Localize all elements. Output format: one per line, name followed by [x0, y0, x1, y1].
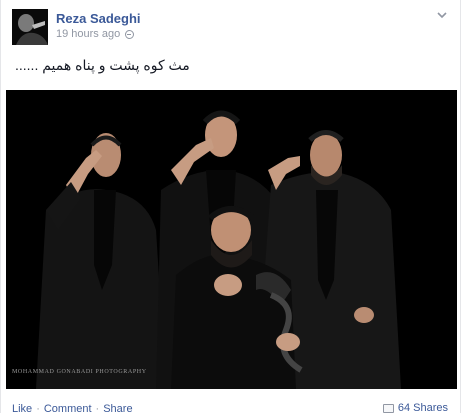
post-photo[interactable] [6, 90, 457, 389]
facebook-post: Reza Sadeghi 19 hours ago مث کوه پشت و پ… [0, 0, 461, 415]
post-timestamp[interactable]: 19 hours ago [56, 28, 120, 40]
separator: · [36, 403, 40, 415]
photo-watermark: Mohammad Gonabadi Photography [12, 369, 147, 375]
shares-count[interactable]: 64 Shares [382, 402, 448, 414]
share-link[interactable]: Share [103, 403, 132, 415]
shares-count-label[interactable]: 64 Shares [398, 402, 448, 414]
post-actions: Like · Comment · Share [12, 403, 133, 415]
like-link[interactable]: Like [12, 403, 32, 415]
globe-icon[interactable] [125, 29, 135, 39]
comment-link[interactable]: Comment [44, 403, 92, 415]
post-meta: 19 hours ago [56, 28, 135, 40]
post-message: مث کوه پشت و پناه همیم ...... [15, 57, 190, 73]
share-icon [382, 403, 394, 413]
author-name[interactable]: Reza Sadeghi [56, 11, 141, 26]
separator: · [95, 403, 100, 415]
chevron-down-icon[interactable] [437, 10, 447, 20]
author-avatar[interactable] [12, 9, 48, 45]
